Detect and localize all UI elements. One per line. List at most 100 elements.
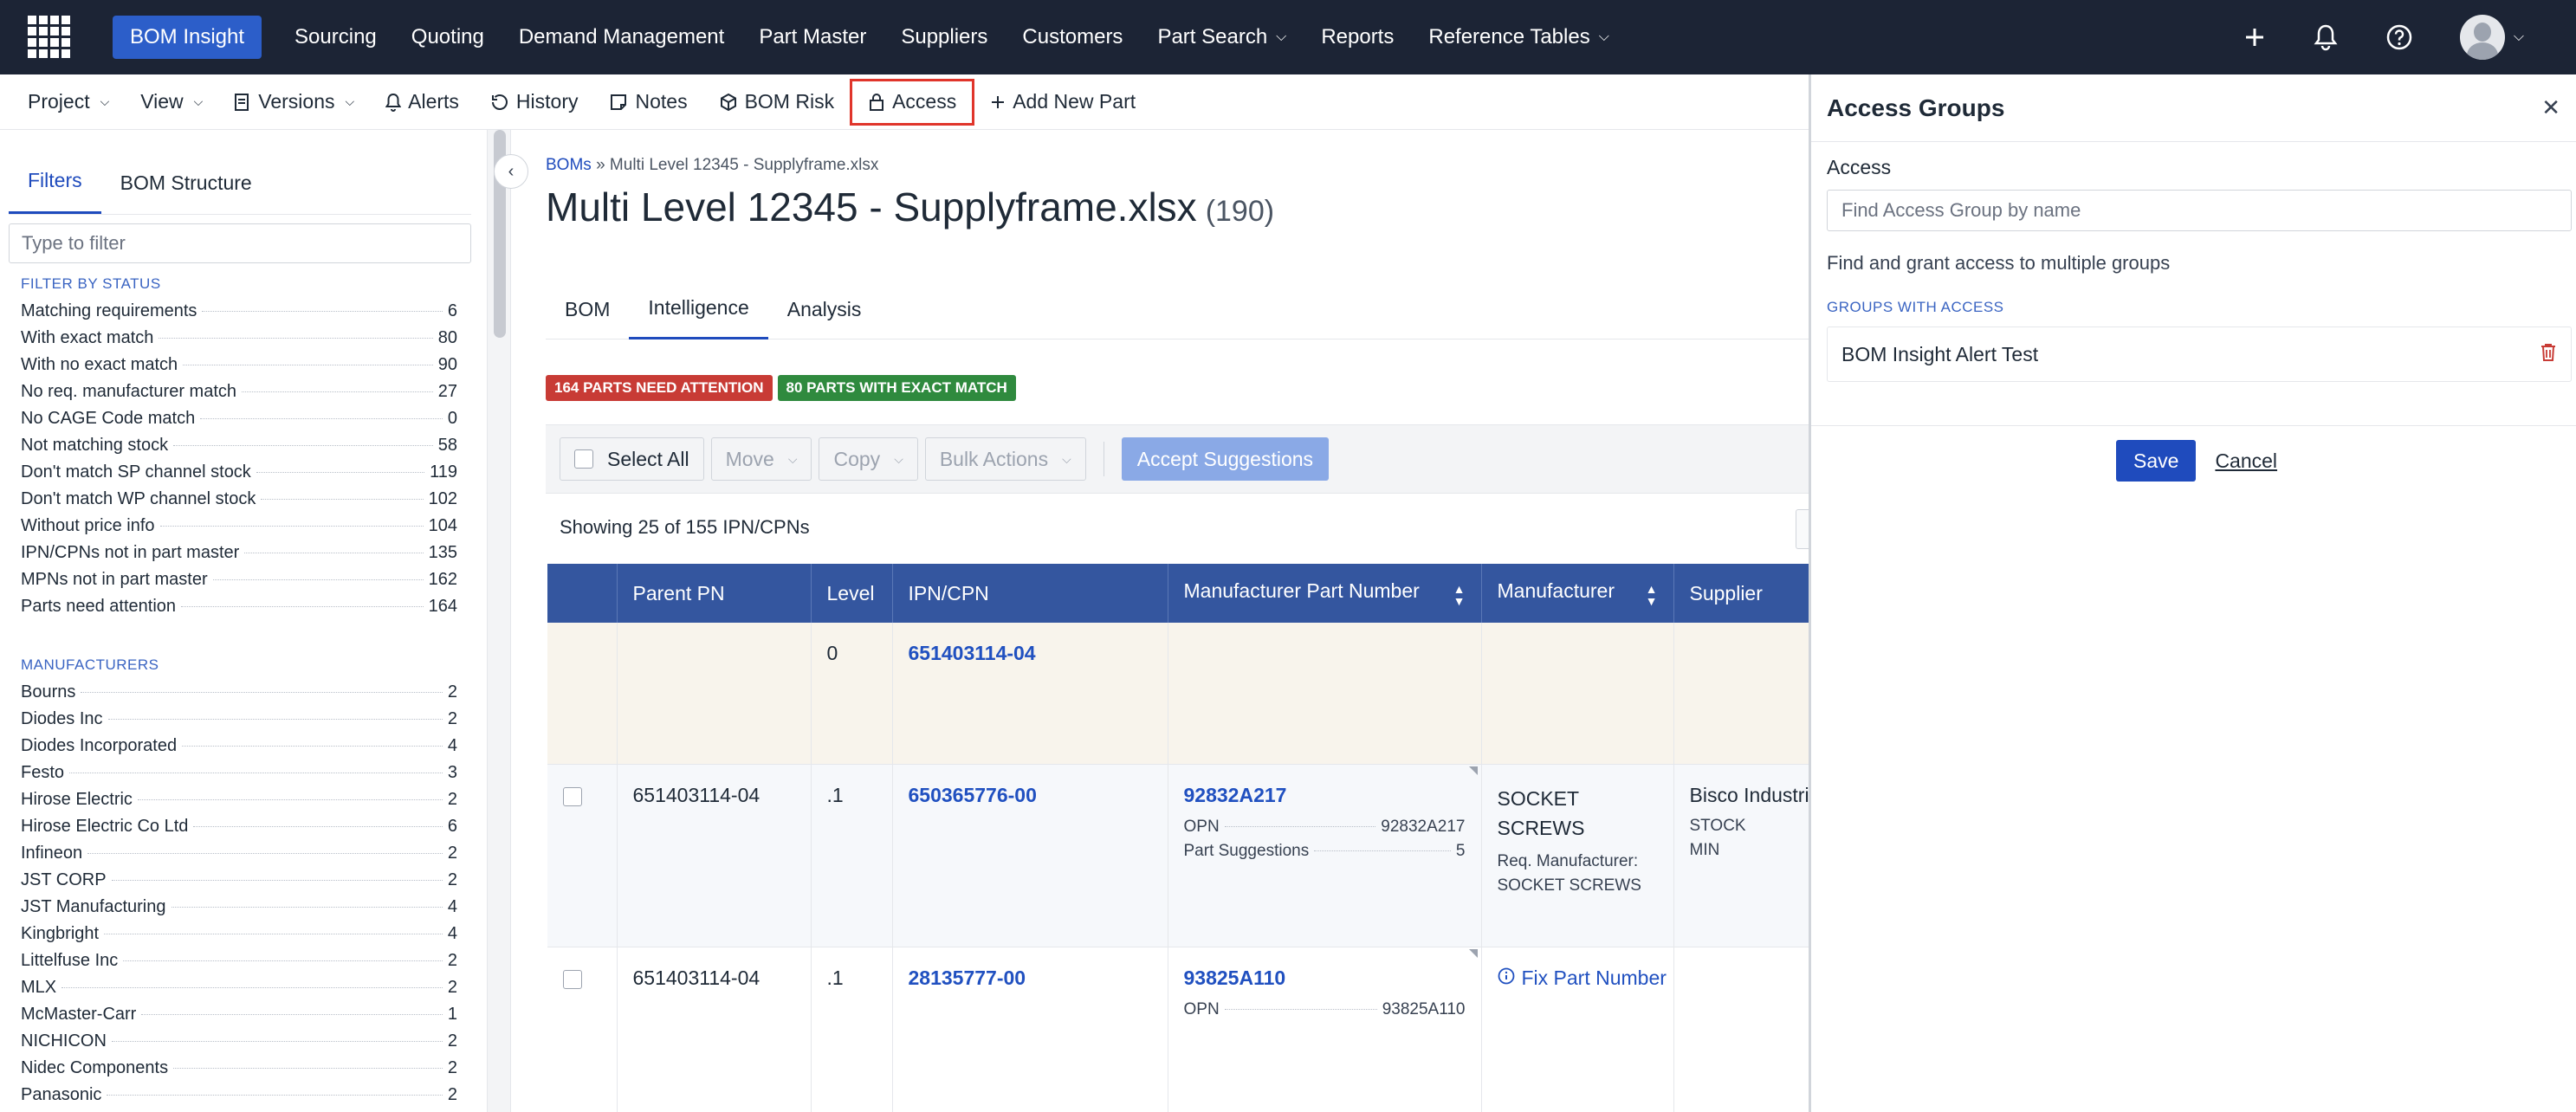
- corner-indicator-icon: [1468, 766, 1478, 775]
- manufacturer-filter-item[interactable]: Infineon 2: [21, 844, 457, 870]
- status-filter-item[interactable]: With no exact match 90: [21, 355, 457, 382]
- status-filter-item[interactable]: MPNs not in part master 162: [21, 570, 457, 597]
- bell-icon[interactable]: [2313, 23, 2339, 51]
- chevron-down-icon: ⌵: [193, 94, 204, 108]
- cancel-button[interactable]: Cancel: [2215, 449, 2277, 473]
- table-row[interactable]: 651403114-04 .1 28135777-00 93825A110 OP…: [547, 947, 1809, 1112]
- access-group-search-input[interactable]: Find Access Group by name: [1827, 190, 2572, 231]
- status-filter-item[interactable]: No CAGE Code match 0: [21, 409, 457, 436]
- exact-match-badge[interactable]: 80 PARTS WITH EXACT MATCH: [777, 375, 1016, 401]
- ipn-cpn-header[interactable]: IPN/CPN: [892, 564, 1168, 623]
- status-filter-item[interactable]: Don't match WP channel stock 102: [21, 489, 457, 516]
- manufacturer-filter-item[interactable]: NICHICON 2: [21, 1031, 457, 1058]
- nav-reference-tables[interactable]: Reference Tables ⌵: [1411, 16, 1626, 59]
- breadcrumb-boms-link[interactable]: BOMs: [546, 156, 592, 174]
- chevron-down-icon[interactable]: ⌵: [2514, 29, 2524, 45]
- manufacturer-filter-item[interactable]: Festo 3: [21, 763, 457, 790]
- sort-icon[interactable]: ▲ ▼: [1453, 583, 1466, 607]
- history-button[interactable]: History: [475, 79, 594, 126]
- ipn-link[interactable]: 28135777-00: [909, 967, 1026, 989]
- nav-bom-insight[interactable]: BOM Insight: [113, 16, 262, 59]
- bom-risk-button[interactable]: BOM Risk: [703, 79, 851, 126]
- manufacturer-filter-item[interactable]: JST Manufacturing 4: [21, 897, 457, 924]
- level-header[interactable]: Level: [811, 564, 893, 623]
- nav-reports[interactable]: Reports: [1304, 16, 1411, 59]
- copy-button[interactable]: Copy ⌵: [819, 437, 918, 481]
- select-all-checkbox[interactable]: [574, 449, 593, 469]
- tab-filters[interactable]: Filters: [9, 169, 101, 214]
- status-filter-item[interactable]: Parts need attention 164: [21, 597, 457, 624]
- select-cell: [547, 764, 618, 947]
- nav-suppliers[interactable]: Suppliers: [883, 16, 1005, 59]
- nav-part-search[interactable]: Part Search ⌵: [1140, 16, 1304, 59]
- manufacturer-filter-item[interactable]: Nidec Components 2: [21, 1058, 457, 1085]
- nav-customers[interactable]: Customers: [1005, 16, 1140, 59]
- bulk-actions-label: Bulk Actions: [939, 447, 1049, 470]
- manufacturer-filter-item[interactable]: Diodes Inc 2: [21, 709, 457, 736]
- manufacturer-filter-item[interactable]: MLX 2: [21, 978, 457, 1005]
- app-launcher-icon[interactable]: [28, 16, 71, 59]
- manufacturer-filter-item[interactable]: Hirose Electric 2: [21, 790, 457, 817]
- ipn-link[interactable]: 650365776-00: [909, 784, 1037, 806]
- tab-bom[interactable]: BOM: [546, 279, 629, 339]
- manufacturer-filter-item[interactable]: McMaster-Carr 1: [21, 1005, 457, 1031]
- ipn-link[interactable]: 651403114-04: [909, 642, 1036, 664]
- bulk-actions-button[interactable]: Bulk Actions ⌵: [924, 437, 1086, 481]
- versions-menu[interactable]: Versions ⌵: [218, 79, 370, 126]
- alerts-button[interactable]: Alerts: [370, 79, 475, 126]
- status-filter-item[interactable]: Don't match SP channel stock 119: [21, 462, 457, 489]
- row-checkbox[interactable]: [563, 786, 582, 806]
- status-filter-item[interactable]: Not matching stock 58: [21, 436, 457, 462]
- manufacturer-filter-item[interactable]: JST CORP 2: [21, 870, 457, 897]
- avatar[interactable]: [2459, 15, 2505, 60]
- accept-suggestions-button[interactable]: Accept Suggestions: [1121, 437, 1330, 481]
- column-settings-button[interactable]: [1796, 509, 1809, 549]
- nav-part-master[interactable]: Part Master: [741, 16, 883, 59]
- status-filter-item[interactable]: With exact match 80: [21, 328, 457, 355]
- close-icon[interactable]: ✕: [2541, 94, 2560, 121]
- tab-analysis[interactable]: Analysis: [768, 279, 881, 339]
- table-row[interactable]: 0 651403114-04: [547, 623, 1809, 765]
- save-button[interactable]: Save: [2116, 440, 2197, 482]
- view-menu[interactable]: View ⌵: [125, 79, 218, 126]
- parent-pn-header[interactable]: Parent PN: [617, 564, 812, 623]
- trash-icon[interactable]: [2540, 342, 2557, 367]
- status-filter-item[interactable]: Matching requirements 6: [21, 301, 457, 328]
- status-filter-item[interactable]: IPN/CPNs not in part master 135: [21, 543, 457, 570]
- nav-sourcing[interactable]: Sourcing: [277, 16, 394, 59]
- status-filter-item[interactable]: No req. manufacturer match 27: [21, 382, 457, 409]
- filter-count: 2: [447, 790, 457, 809]
- help-icon[interactable]: [2385, 23, 2413, 51]
- plus-icon[interactable]: [2243, 26, 2266, 48]
- notes-button[interactable]: Notes: [593, 79, 702, 126]
- supplier-name[interactable]: Bisco Industries: [1690, 784, 1809, 807]
- nav-demand-management[interactable]: Demand Management: [502, 16, 741, 59]
- fix-part-number-link[interactable]: Fix Part Number: [1498, 967, 1667, 990]
- mpn-link[interactable]: 93825A110: [1184, 967, 1286, 989]
- tab-intelligence[interactable]: Intelligence: [629, 279, 768, 339]
- select-all-button[interactable]: Select All: [560, 437, 704, 481]
- filter-input[interactable]: Type to filter: [9, 223, 471, 263]
- manufacturer-filter-item[interactable]: Kingbright 4: [21, 924, 457, 951]
- manufacturer-filter-item[interactable]: Diodes Incorporated 4: [21, 736, 457, 763]
- table-row[interactable]: 651403114-04 .1 650365776-00 92832A217 O…: [547, 764, 1809, 947]
- nav-quoting[interactable]: Quoting: [394, 16, 502, 59]
- manufacturer-filter-item[interactable]: Littelfuse Inc 2: [21, 951, 457, 978]
- manufacturer-filter-item[interactable]: Bourns 2: [21, 682, 457, 709]
- attention-badge[interactable]: 164 PARTS NEED ATTENTION: [546, 375, 773, 401]
- project-menu[interactable]: Project ⌵: [12, 79, 125, 126]
- supplier-header[interactable]: Supplier: [1673, 564, 1809, 623]
- move-button[interactable]: Move ⌵: [710, 437, 812, 481]
- manufacturer-filter-item[interactable]: Panasonic 2: [21, 1085, 457, 1112]
- manufacturer-filter-item[interactable]: Hirose Electric Co Ltd 6: [21, 817, 457, 844]
- add-new-part-button[interactable]: Add New Part: [974, 79, 1151, 126]
- status-filter-item[interactable]: Without price info 104: [21, 516, 457, 543]
- row-checkbox[interactable]: [563, 969, 582, 989]
- suggestions-row[interactable]: Part Suggestions 5: [1184, 842, 1466, 866]
- sort-icon[interactable]: ▲ ▼: [1646, 583, 1658, 607]
- mpn-header[interactable]: Manufacturer Part Number ▲ ▼: [1168, 564, 1482, 623]
- mpn-link[interactable]: 92832A217: [1184, 784, 1287, 806]
- tab-bom-structure[interactable]: BOM Structure: [101, 171, 271, 214]
- manufacturer-header[interactable]: Manufacturer ▲ ▼: [1481, 564, 1674, 623]
- access-button[interactable]: Access: [850, 78, 975, 126]
